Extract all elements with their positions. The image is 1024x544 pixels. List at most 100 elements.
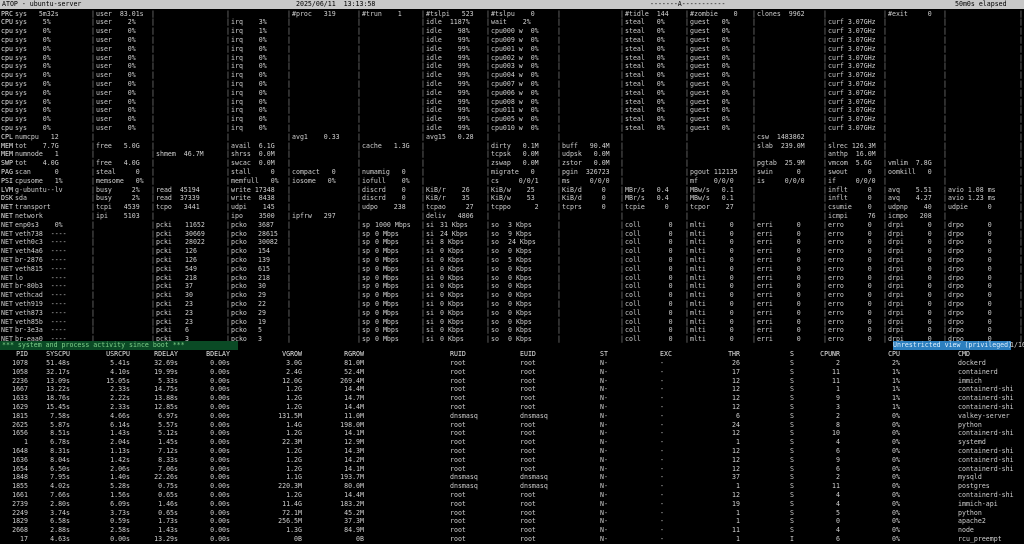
process-row[interactable]: 1815 7.58s 4.66s 6.97s 0.00s 131.5M 11.0M dnsma… bbox=[0, 412, 1024, 421]
stat-cell: user 0% bbox=[96, 44, 136, 53]
process-cell-st: N- bbox=[600, 367, 608, 376]
process-cell-pid: 1 bbox=[24, 438, 28, 447]
column-separator: | bbox=[823, 62, 827, 71]
process-row[interactable]: 1848 7.95s 1.40s 22.26s 0.00s 1.1G 193.7M dnsma… bbox=[0, 473, 1024, 482]
process-cell-cmd: containerd-shi bbox=[958, 429, 1014, 438]
drpo-value: drpo 0 bbox=[948, 308, 992, 317]
column-separator: | bbox=[943, 229, 947, 238]
process-row[interactable]: 1661 7.66s 1.56s 0.65s 0.00s 1.2G 14.4M root roo… bbox=[0, 491, 1024, 500]
process-cell-pid: 1629 bbox=[12, 403, 28, 411]
column-separator: | bbox=[620, 71, 624, 80]
process-row[interactable]: 1633 18.76s 2.22s 13.88s 0.00s 1.2G 14.7M root r… bbox=[0, 394, 1024, 403]
process-row[interactable]: 1636 8.04s 1.42s 8.33s 0.00s 1.2G 14.2M root roo… bbox=[0, 456, 1024, 465]
process-cell-syscpu: 51.48s bbox=[46, 359, 70, 367]
process-row[interactable]: 1855 4.02s 5.28s 0.75s 0.00s 220.3M 80.0M dnsma… bbox=[0, 482, 1024, 491]
process-cell-cmd: containerd-shi bbox=[958, 385, 1014, 394]
process-row[interactable]: 1 6.78s 2.04s 1.45s 0.00s 22.3M 12.9M root root N… bbox=[0, 438, 1024, 447]
process-cell-thr: 11 bbox=[732, 526, 740, 535]
column-header-bdelay[interactable]: BDELAY bbox=[198, 350, 230, 359]
column-separator: | bbox=[620, 97, 624, 106]
process-row[interactable]: 2739 2.80s 6.09s 1.46s 0.00s 11.4G 183.2M root r… bbox=[0, 500, 1024, 509]
column-header-rdelay[interactable]: RDELAY bbox=[146, 350, 178, 359]
process-row[interactable]: 1058 32.17s 4.10s 19.99s 0.00s 2.4G 52.4M root r… bbox=[0, 368, 1024, 377]
column-header-vgrow[interactable]: VGROW bbox=[270, 350, 302, 359]
column-header-s[interactable]: S bbox=[790, 350, 794, 359]
column-separator: | bbox=[357, 229, 361, 238]
process-row[interactable]: 1667 13.22s 2.33s 14.75s 0.00s 1.2G 14.4M root r… bbox=[0, 385, 1024, 394]
stat-cell: sys 0% bbox=[15, 88, 51, 97]
column-separator: | bbox=[752, 282, 756, 291]
column-separator: | bbox=[357, 326, 361, 335]
process-row[interactable]: 1656 8.51s 1.43s 5.12s 0.00s 1.2G 14.1M root roo… bbox=[0, 429, 1024, 438]
column-separator: | bbox=[883, 106, 887, 115]
column-header-cpu[interactable]: CPU bbox=[868, 350, 900, 359]
terminal-screen[interactable]: ATOP - ubuntu-server 2025/06/11 13:13:58… bbox=[0, 0, 1024, 544]
column-separator: | bbox=[943, 291, 947, 300]
process-row[interactable]: 1648 8.31s 1.13s 7.12s 0.00s 1.2G 14.3M root roo… bbox=[0, 447, 1024, 456]
process-cell-thr: 12 bbox=[732, 429, 740, 438]
stat-cell: user 0% bbox=[96, 88, 136, 97]
column-header-syscpu[interactable]: SYSCPU bbox=[38, 350, 70, 359]
process-cell-ruid: root bbox=[450, 367, 466, 376]
column-separator: | bbox=[226, 255, 230, 264]
stat-cell: tcpie 0 bbox=[625, 203, 669, 212]
process-row[interactable]: 1654 6.50s 2.06s 7.06s 0.00s 1.2G 14.1M root roo… bbox=[0, 465, 1024, 474]
process-cell-thr: 1 bbox=[736, 517, 740, 526]
column-separator: | bbox=[1019, 299, 1023, 308]
column-separator: | bbox=[421, 18, 425, 27]
process-row[interactable]: 2236 13.09s 15.05s 5.33s 0.00s 12.0G 269.4M roo… bbox=[0, 377, 1024, 386]
column-header-ruid[interactable]: RUID bbox=[450, 350, 466, 359]
process-cell-cpunr: 8 bbox=[836, 420, 840, 429]
column-header-thr[interactable]: THR bbox=[708, 350, 740, 359]
process-cell-vgrow: 1.3G bbox=[286, 526, 302, 535]
row-tag: NET bbox=[1, 273, 13, 282]
column-separator: | bbox=[486, 194, 490, 203]
process-cell-vgrow: 2.4G bbox=[286, 367, 302, 376]
process-row[interactable]: 1829 6.58s 0.59s 1.73s 0.00s 256.5M 37.3M root r… bbox=[0, 517, 1024, 526]
column-header-cpunr[interactable]: CPUNR bbox=[808, 350, 840, 359]
process-row[interactable]: 17 4.63s 0.00s 13.29s 0.00s 0B 0B root root N- - 1 I… bbox=[0, 535, 1024, 544]
stat-cell: sys 0% bbox=[15, 97, 51, 106]
column-header-euid[interactable]: EUID bbox=[520, 350, 536, 359]
column-separator: | bbox=[752, 53, 756, 62]
pcko-label: pcko bbox=[231, 308, 247, 317]
erri-value: erri 0 bbox=[757, 282, 801, 291]
process-cell-cpu: 0% bbox=[892, 455, 900, 464]
stat-cell: busy 2% bbox=[96, 194, 140, 203]
stat-cell: csumie 0 bbox=[828, 203, 872, 212]
column-header-usrcpu[interactable]: USRCPU bbox=[98, 350, 130, 359]
column-header-rgrow[interactable]: RGROW bbox=[332, 350, 364, 359]
process-cell-euid: root bbox=[520, 526, 536, 535]
stat-cell: cpu008 w 0% bbox=[491, 97, 539, 106]
column-separator: | bbox=[357, 238, 361, 247]
row-tag: cpu bbox=[1, 35, 13, 44]
process-row[interactable]: 2249 3.74s 3.73s 0.65s 0.00s 72.1M 45.2M root ro… bbox=[0, 509, 1024, 518]
process-cell-st: N- bbox=[600, 464, 608, 473]
coll-value: coll 0 bbox=[625, 220, 673, 229]
column-header-pid[interactable]: PID bbox=[0, 350, 28, 359]
process-row[interactable]: 1078 51.48s 5.41s 32.69s 0.00s 3.0G 81.0M root r… bbox=[0, 359, 1024, 368]
column-separator: | bbox=[91, 194, 95, 203]
column-header-cmd[interactable]: CMD bbox=[958, 350, 970, 359]
column-separator: | bbox=[1019, 71, 1023, 80]
column-header-exc[interactable]: EXC bbox=[660, 350, 672, 359]
process-cell-syscpu: 6.50s bbox=[50, 464, 70, 473]
drpi-value: drpi 0 bbox=[888, 317, 932, 326]
column-separator: | bbox=[752, 326, 756, 335]
column-separator: | bbox=[620, 299, 624, 308]
process-cell-cpunr: 10 bbox=[832, 429, 840, 438]
process-row[interactable]: 2668 2.88s 2.58s 1.43s 0.00s 1.3G 84.9M root roo… bbox=[0, 526, 1024, 535]
erro-value: erro 0 bbox=[828, 238, 872, 247]
column-separator: | bbox=[486, 18, 490, 27]
pcko-value: 28615 bbox=[258, 229, 278, 238]
drpo-value: drpo 0 bbox=[948, 291, 992, 300]
process-cell-syscpu: 4.63s bbox=[50, 535, 70, 543]
stat-cell: #tslpu 0 bbox=[491, 9, 535, 18]
column-separator: | bbox=[752, 159, 756, 168]
column-separator: | bbox=[883, 238, 887, 247]
pcki-label: pcki bbox=[156, 299, 172, 308]
row-tag: MEM bbox=[1, 150, 13, 159]
process-row[interactable]: 2625 5.87s 6.14s 5.57s 0.00s 1.4G 198.0M root ro… bbox=[0, 421, 1024, 430]
process-row[interactable]: 1629 15.45s 2.33s 12.85s 0.00s 1.2G 14.4M root r… bbox=[0, 403, 1024, 412]
column-header-st[interactable]: ST bbox=[600, 350, 608, 359]
